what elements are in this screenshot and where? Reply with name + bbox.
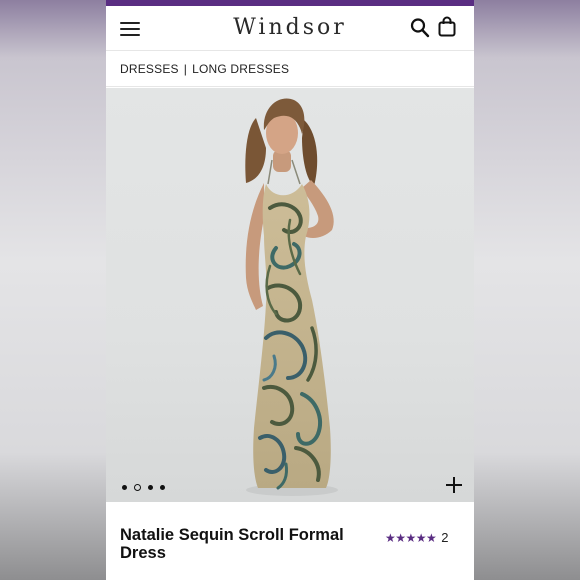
- product-rating[interactable]: ★★★★★ 2: [385, 529, 449, 545]
- shopping-bag-icon[interactable]: [437, 16, 457, 38]
- star-rating-icon: ★★★★★: [385, 530, 437, 545]
- review-count[interactable]: 2: [441, 530, 448, 545]
- breadcrumb: DRESSES | LONG DRESSES: [106, 51, 474, 87]
- phone-screen: Windsor DRESSES | LONG DRESSES Natalie S…: [106, 0, 474, 580]
- image-carousel-dots: [122, 479, 172, 492]
- model-illustration: [245, 98, 338, 496]
- breadcrumb-separator: |: [183, 62, 188, 76]
- product-image[interactable]: [106, 88, 474, 502]
- search-icon[interactable]: [410, 17, 430, 39]
- site-header: Windsor: [106, 6, 474, 51]
- breadcrumb-dresses[interactable]: DRESSES: [120, 62, 179, 76]
- breadcrumb-long-dresses[interactable]: LONG DRESSES: [192, 62, 289, 76]
- product-info: Natalie Sequin Scroll Formal Dress ★★★★★…: [106, 502, 474, 580]
- plus-icon[interactable]: [445, 476, 463, 494]
- product-title: Natalie Sequin Scroll Formal Dress: [120, 526, 344, 562]
